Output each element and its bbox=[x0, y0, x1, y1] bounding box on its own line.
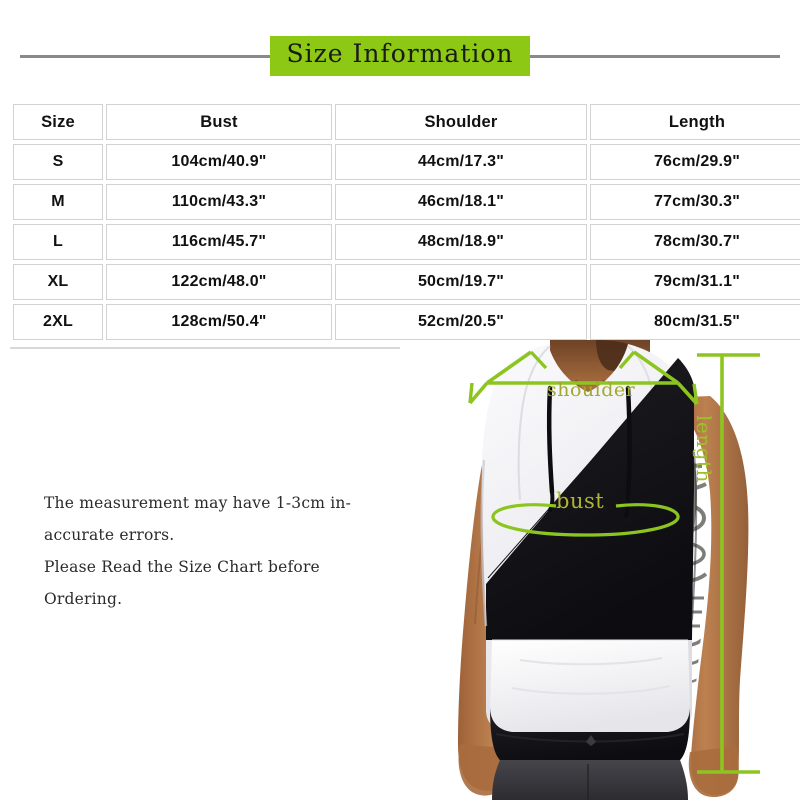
cell-length: 78cm/30.7" bbox=[590, 224, 800, 260]
cell-bust: 104cm/40.9" bbox=[106, 144, 332, 180]
table-row: S 104cm/40.9" 44cm/17.3" 76cm/29.9" bbox=[13, 144, 800, 180]
title-rule-left bbox=[20, 54, 271, 58]
column-header-length: Length bbox=[590, 104, 800, 140]
cell-shoulder: 46cm/18.1" bbox=[335, 184, 587, 220]
cell-size: XL bbox=[13, 264, 103, 300]
measurement-notes: The measurement may have 1-3cm in- accur… bbox=[44, 487, 389, 615]
cell-size: S bbox=[13, 144, 103, 180]
cell-shoulder: 48cm/18.9" bbox=[335, 224, 587, 260]
note-line-3: Please Read the Size Chart before bbox=[44, 558, 320, 576]
table-row: L 116cm/45.7" 48cm/18.9" 78cm/30.7" bbox=[13, 224, 800, 260]
cell-shoulder: 50cm/19.7" bbox=[335, 264, 587, 300]
table-header-row: Size Bust Shoulder Length bbox=[13, 104, 800, 140]
cell-shoulder: 52cm/20.5" bbox=[335, 304, 587, 340]
column-header-size: Size bbox=[13, 104, 103, 140]
table-row: M 110cm/43.3" 46cm/18.1" 77cm/30.3" bbox=[13, 184, 800, 220]
column-header-shoulder: Shoulder bbox=[335, 104, 587, 140]
title-rule-right bbox=[529, 54, 780, 58]
note-line-4: Ordering. bbox=[44, 590, 123, 608]
title-row: Size Information bbox=[0, 30, 800, 82]
cell-bust: 128cm/50.4" bbox=[106, 304, 332, 340]
cell-length: 76cm/29.9" bbox=[590, 144, 800, 180]
column-header-bust: Bust bbox=[106, 104, 332, 140]
note-line-2: accurate errors. bbox=[44, 526, 175, 544]
page-title: Size Information bbox=[270, 36, 530, 76]
cell-size: M bbox=[13, 184, 103, 220]
table-row: 2XL 128cm/50.4" 52cm/20.5" 80cm/31.5" bbox=[13, 304, 800, 340]
size-table: Size Bust Shoulder Length S 104cm/40.9" … bbox=[10, 100, 800, 344]
cell-size: 2XL bbox=[13, 304, 103, 340]
cell-bust: 122cm/48.0" bbox=[106, 264, 332, 300]
size-chart-page: Size Information Size Bust Shoulder Leng… bbox=[0, 0, 800, 800]
note-line-1: The measurement may have 1-3cm in- bbox=[44, 494, 352, 512]
cell-length: 79cm/31.1" bbox=[590, 264, 800, 300]
cell-bust: 116cm/45.7" bbox=[106, 224, 332, 260]
cell-length: 77cm/30.3" bbox=[590, 184, 800, 220]
cell-shoulder: 44cm/17.3" bbox=[335, 144, 587, 180]
cell-bust: 110cm/43.3" bbox=[106, 184, 332, 220]
cell-length: 80cm/31.5" bbox=[590, 304, 800, 340]
product-photo bbox=[400, 340, 800, 800]
cell-size: L bbox=[13, 224, 103, 260]
table-row: XL 122cm/48.0" 50cm/19.7" 79cm/31.1" bbox=[13, 264, 800, 300]
